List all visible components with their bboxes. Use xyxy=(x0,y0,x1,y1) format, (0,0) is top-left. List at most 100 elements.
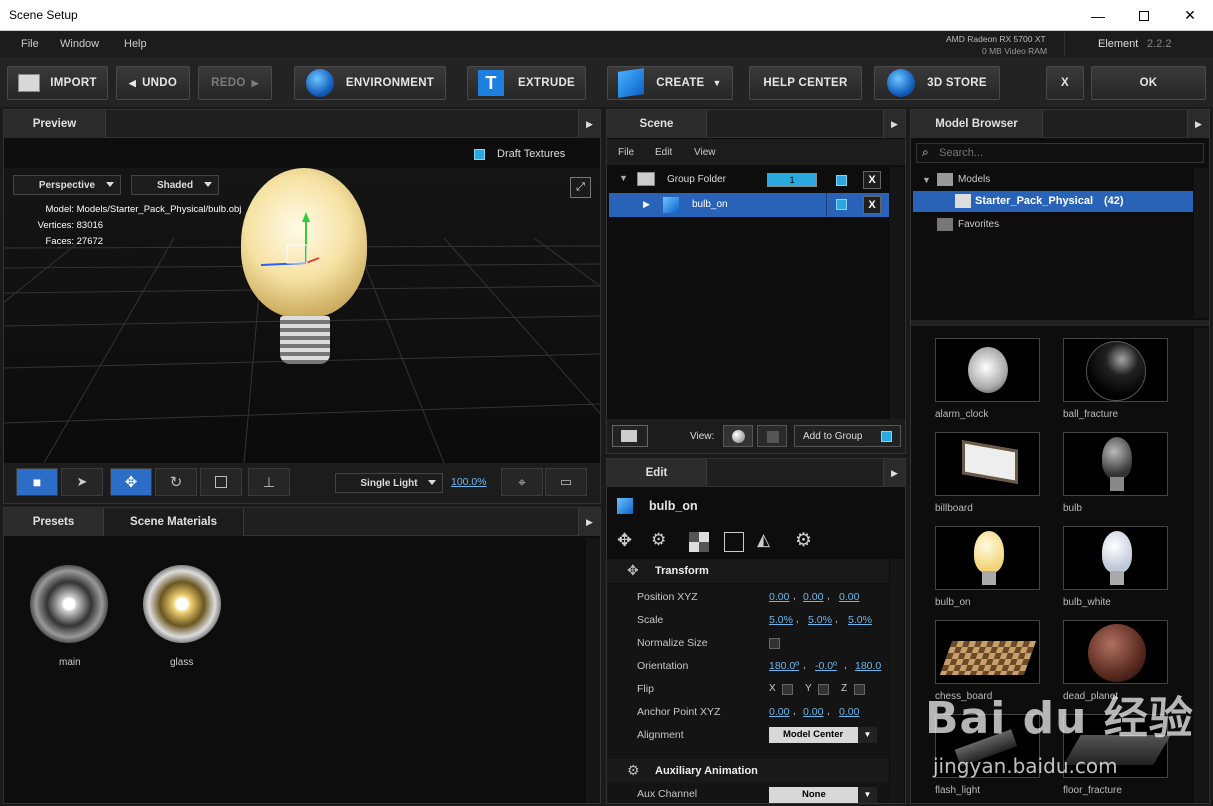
thumb-dead-planet[interactable] xyxy=(1063,620,1168,684)
maximize-button[interactable] xyxy=(1121,0,1167,31)
aux-channel-dropdown[interactable]: None ▼ xyxy=(769,787,877,803)
flip-y-checkbox[interactable] xyxy=(818,684,829,695)
3d-viewport[interactable]: Perspective Shaded ⤢ Model: Models/Start… xyxy=(4,168,600,463)
collapse-arrow-icon[interactable]: ▼ xyxy=(922,175,931,185)
tab-model-browser[interactable]: Model Browser xyxy=(911,110,1043,138)
shading-dropdown[interactable]: Shaded xyxy=(131,175,219,195)
position-y[interactable]: 0.00 xyxy=(803,591,823,603)
target-button[interactable]: ⌖ xyxy=(501,468,543,496)
menu-window[interactable]: Window xyxy=(60,38,99,50)
orientation-z[interactable]: 180.0 xyxy=(855,660,881,672)
environment-button[interactable]: ENVIRONMENT xyxy=(294,66,446,100)
screen-button[interactable]: ▭ xyxy=(545,468,587,496)
draft-textures-checkbox[interactable] xyxy=(474,149,485,160)
deform-icon[interactable]: ◭ xyxy=(757,530,770,550)
scene-menu-file[interactable]: File xyxy=(618,147,634,158)
create-button[interactable]: CREATE ▼ xyxy=(607,66,733,100)
edit-scrollbar[interactable] xyxy=(890,559,904,803)
anchor-x[interactable]: 0.00 xyxy=(769,706,789,718)
flip-x-checkbox[interactable] xyxy=(782,684,793,695)
help-center-button[interactable]: HELP CENTER xyxy=(749,66,862,100)
settings-gear-icon[interactable]: ⚙ xyxy=(795,529,812,552)
tree-favorites[interactable]: Favorites xyxy=(958,219,999,230)
collapse-arrow-icon[interactable]: ▼ xyxy=(619,173,628,183)
expand-arrow-icon[interactable]: ▶ xyxy=(643,199,650,210)
close-window-button[interactable]: ✕ xyxy=(1167,0,1213,31)
scene-row-bulb-on[interactable]: ▶ bulb_on X xyxy=(609,193,889,217)
material-checker-icon[interactable] xyxy=(689,532,709,552)
view-cube-button[interactable] xyxy=(757,425,787,447)
anchor-y[interactable]: 0.00 xyxy=(803,706,823,718)
orientation-x[interactable]: 180.0º xyxy=(769,660,799,672)
tree-models[interactable]: Models xyxy=(958,174,990,185)
new-folder-button[interactable] xyxy=(612,425,648,447)
preview-expand-button[interactable]: ▶ xyxy=(578,110,600,138)
camera-tool-button[interactable]: ■ xyxy=(16,468,58,496)
position-z[interactable]: 0.00 xyxy=(839,591,859,603)
extrude-button[interactable]: T EXTRUDE xyxy=(467,66,586,100)
cancel-button[interactable]: X xyxy=(1046,66,1084,100)
thumb-chess-board[interactable] xyxy=(935,620,1040,684)
import-button[interactable]: IMPORT xyxy=(7,66,108,100)
thumb-alarm-clock[interactable] xyxy=(935,338,1040,402)
add-to-group-button[interactable]: Add to Group xyxy=(794,425,901,447)
scene-menu-edit[interactable]: Edit xyxy=(655,147,672,158)
tab-scene[interactable]: Scene xyxy=(607,110,707,138)
tab-scene-materials[interactable]: Scene Materials xyxy=(104,508,244,536)
scene-scrollbar[interactable] xyxy=(890,167,904,419)
search-box[interactable]: ⌕ xyxy=(916,143,1204,163)
transform-header[interactable]: ✥ Transform xyxy=(607,559,889,583)
scale-y[interactable]: 5.0% xyxy=(808,614,832,626)
redo-button[interactable]: REDO ▶ xyxy=(198,66,272,100)
thumb-billboard[interactable] xyxy=(935,432,1040,496)
ok-button[interactable]: OK xyxy=(1091,66,1206,100)
light-mode-dropdown[interactable]: Single Light xyxy=(335,473,443,493)
position-x[interactable]: 0.00 xyxy=(769,591,789,603)
select-tool-button[interactable]: ➤ xyxy=(61,468,103,496)
thumb-bulb[interactable] xyxy=(1063,432,1168,496)
material-sphere-glass[interactable] xyxy=(143,565,221,643)
scene-menu-view[interactable]: View xyxy=(694,147,716,158)
projection-dropdown[interactable]: Perspective xyxy=(13,175,121,195)
thumbnail-scrollbar[interactable] xyxy=(1194,328,1208,803)
scene-expand-button[interactable]: ▶ xyxy=(883,110,905,138)
anchor-z[interactable]: 0.00 xyxy=(839,706,859,718)
move-icon[interactable]: ✥ xyxy=(617,530,632,551)
scale-x[interactable]: 5.0% xyxy=(769,614,793,626)
move-tool-button[interactable]: ✥ xyxy=(110,468,152,496)
axis-tool-button[interactable]: ⊥ xyxy=(248,468,290,496)
undo-button[interactable]: ◀ UNDO xyxy=(116,66,190,100)
tab-presets[interactable]: Presets xyxy=(4,508,104,536)
rotate-tool-button[interactable]: ↻ xyxy=(155,468,197,496)
thumb-bulb-on[interactable] xyxy=(935,526,1040,590)
3d-store-button[interactable]: 3D STORE xyxy=(874,66,1000,100)
thumb-bulb-white[interactable] xyxy=(1063,526,1168,590)
add-to-group-checkbox[interactable] xyxy=(881,431,892,442)
scene-row-group-folder[interactable]: ▼ Group Folder 1 X xyxy=(607,168,889,192)
aux-animation-header[interactable]: ⚙ Auxiliary Animation xyxy=(607,759,889,783)
splitter-handle[interactable] xyxy=(911,320,1209,326)
tab-preview[interactable]: Preview xyxy=(4,110,106,138)
normalize-checkbox[interactable] xyxy=(769,638,780,649)
tab-edit[interactable]: Edit xyxy=(607,459,707,487)
tree-scrollbar[interactable] xyxy=(1194,168,1208,318)
alignment-dropdown[interactable]: Model Center ▼ xyxy=(769,727,877,743)
browser-expand-button[interactable]: ▶ xyxy=(1187,110,1209,138)
orientation-y[interactable]: -0.0º xyxy=(815,660,837,672)
minimize-button[interactable]: — xyxy=(1075,0,1121,31)
zoom-value[interactable]: 100.0% xyxy=(451,476,487,488)
tree-item-starter-pack[interactable]: Starter_Pack_Physical (42) xyxy=(913,191,1193,212)
scale-z[interactable]: 5.0% xyxy=(848,614,872,626)
gears-icon[interactable]: ⚙ xyxy=(651,530,666,550)
menu-help[interactable]: Help xyxy=(124,38,147,50)
scale-tool-button[interactable] xyxy=(200,468,242,496)
thumb-flash-light[interactable] xyxy=(935,714,1040,778)
flip-z-checkbox[interactable] xyxy=(854,684,865,695)
fullscreen-button[interactable]: ⤢ xyxy=(570,177,591,198)
group-number-dropdown[interactable]: 1 xyxy=(767,173,817,187)
menu-file[interactable]: File xyxy=(21,38,39,50)
uv-map-icon[interactable] xyxy=(724,532,744,552)
thumb-ball-fracture[interactable] xyxy=(1063,338,1168,402)
material-sphere-main[interactable] xyxy=(30,565,108,643)
group-visible-checkbox[interactable] xyxy=(836,175,847,186)
